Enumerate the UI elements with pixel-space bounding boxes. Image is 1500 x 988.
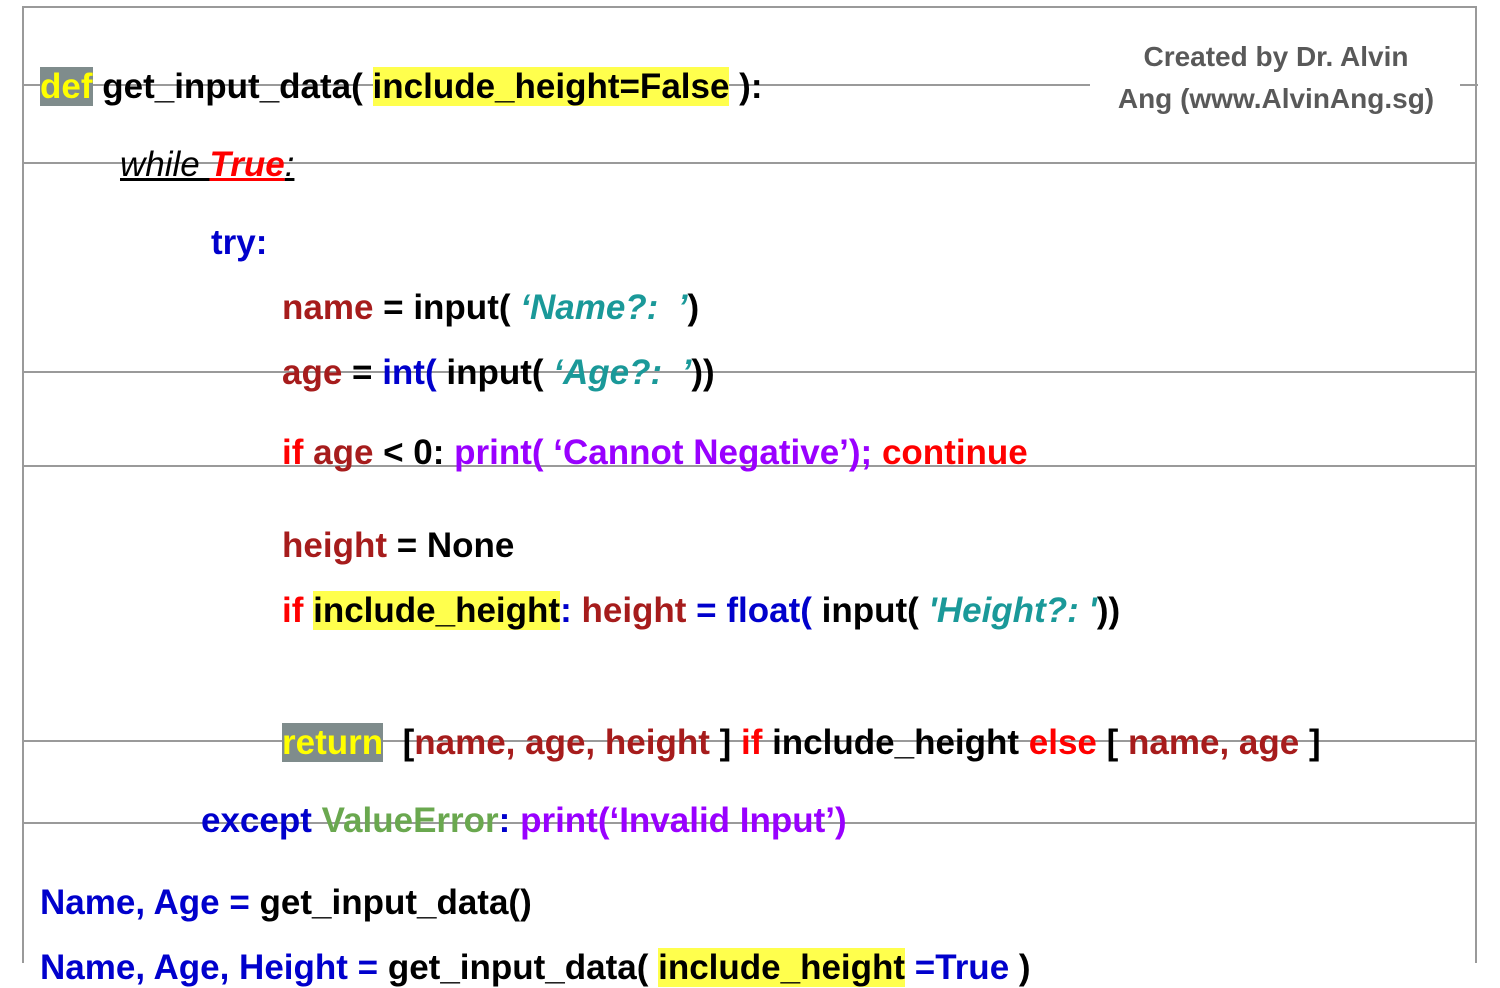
bracket-open-2: [ [1096, 723, 1129, 762]
include-height-arg: include_height [658, 948, 906, 987]
age-var: age [282, 353, 343, 392]
print-call: print(‘Invalid Input’) [520, 801, 847, 840]
colon: : [560, 591, 582, 630]
code-line-call-2: Name, Age, Height = get_input_data( incl… [40, 908, 1031, 988]
code-line-return: return [name, age, height ] if include_h… [282, 683, 1321, 763]
except-keyword: except [201, 801, 322, 840]
true-value: =True [905, 948, 1010, 987]
code-line-if-height: if include_height: height = float( input… [282, 551, 1120, 631]
code-line-except: except ValueError: print(‘Invalid Input’… [201, 761, 847, 841]
true-keyword: True [209, 145, 285, 184]
bracket-close: ] [709, 723, 741, 762]
assign: = [342, 353, 383, 392]
while-keyword: while [120, 145, 210, 184]
if-keyword: if [740, 723, 763, 762]
credit-line-2: Ang (www.AlvinAng.sg) [1117, 83, 1435, 114]
height-var: height [581, 591, 687, 630]
comparison: < 0: [373, 433, 455, 472]
code-line-while: while True: [120, 105, 294, 185]
divider [22, 371, 1477, 373]
if-keyword: if [282, 433, 314, 472]
function-signature: get_input_data( [92, 67, 373, 106]
condition: include_height [762, 723, 1029, 762]
print-call: print( ‘Cannot Negative’); [454, 433, 882, 472]
int-call: int( [382, 353, 437, 392]
divider [1458, 84, 1478, 86]
age-prompt: ‘Age?: ’ [553, 353, 692, 392]
include-height-param: include_height [313, 591, 561, 630]
code-line-age: age = int( input( ‘Age?: ’)) [282, 313, 715, 393]
function-call: get_input_data( [387, 948, 659, 987]
age-var: age [313, 433, 374, 472]
bracket-open: [ [383, 723, 415, 762]
while-colon: : [284, 145, 295, 184]
input-call: input( [821, 591, 929, 630]
if-keyword: if [282, 591, 314, 630]
code-line-try: try: [211, 183, 267, 263]
input-close: )) [1096, 591, 1121, 630]
author-credit: Created by Dr. Alvin Ang (www.AlvinAng.s… [1092, 30, 1460, 126]
return-keyword: return [282, 723, 384, 762]
def-keyword: def [40, 67, 93, 106]
height-prompt: 'Height?: ' [928, 591, 1097, 630]
float-call: = float( [686, 591, 822, 630]
colon: : [498, 801, 521, 840]
value-error: ValueError [321, 801, 499, 840]
input-close: )) [691, 353, 715, 392]
continue-keyword: continue [881, 433, 1028, 472]
return-list-full: name, age, height [414, 723, 710, 762]
return-list-short: name, age [1128, 723, 1300, 762]
code-line-def: def get_input_data( include_height=False… [40, 27, 762, 107]
call-close: ) [1009, 948, 1031, 987]
code-line-if-age: if age < 0: print( ‘Cannot Negative’); c… [282, 393, 1028, 473]
default-param: include_height=False [372, 67, 730, 106]
signature-close: ): [729, 67, 763, 106]
return-vars: Name, Age, Height = [40, 948, 388, 987]
else-keyword: else [1028, 723, 1097, 762]
bracket-close-2: ] [1299, 723, 1321, 762]
input-call: input( [436, 353, 554, 392]
try-keyword: try: [211, 223, 268, 262]
